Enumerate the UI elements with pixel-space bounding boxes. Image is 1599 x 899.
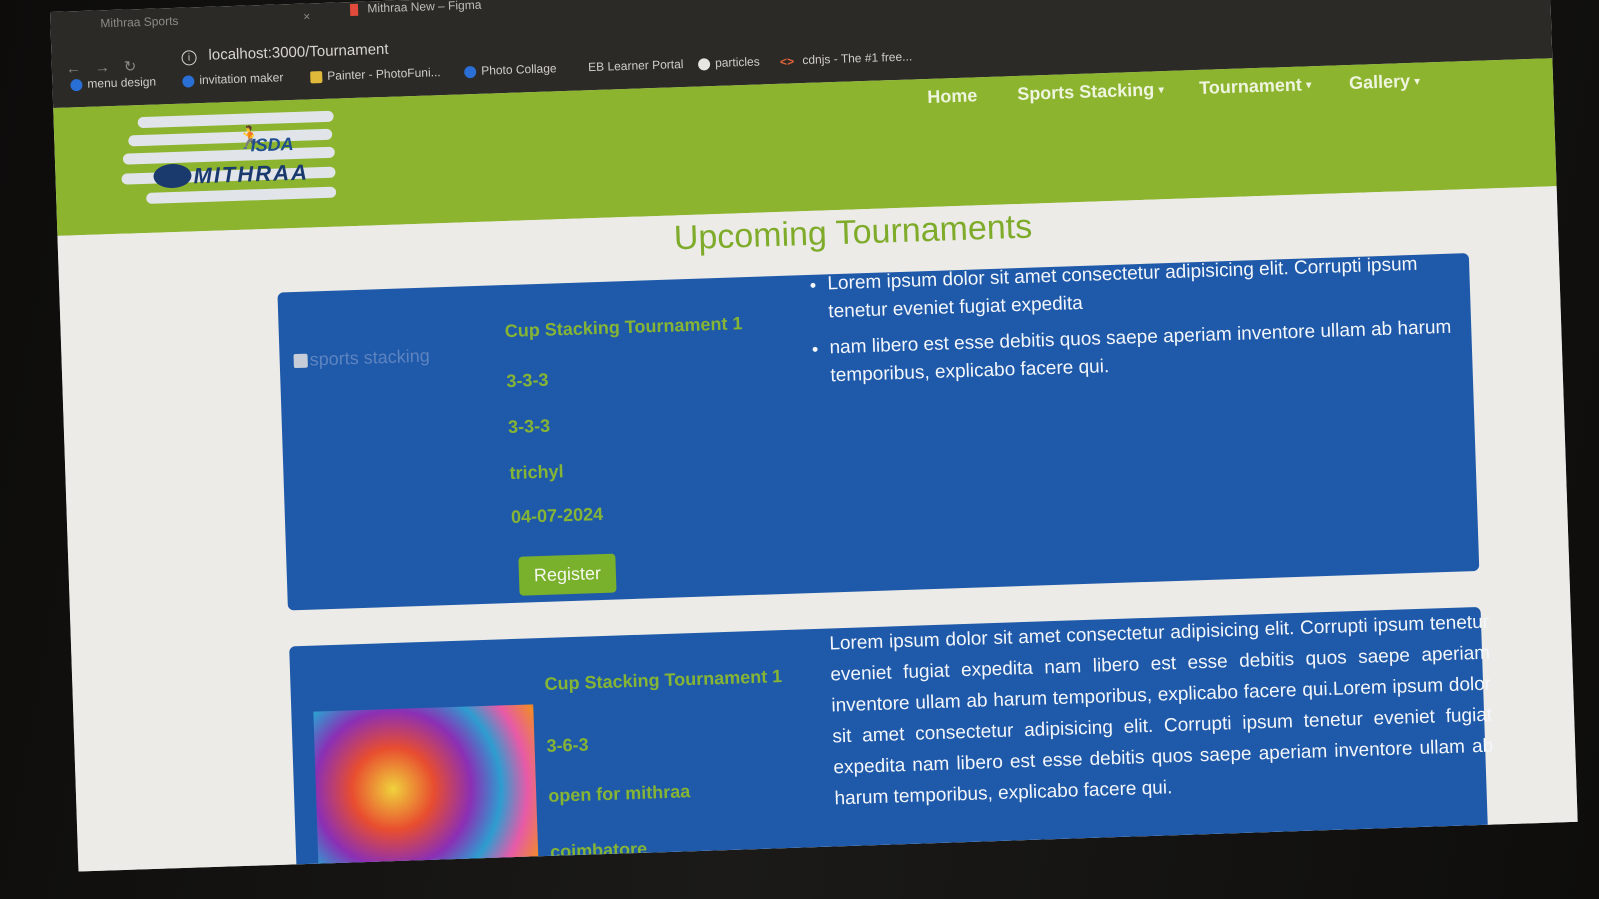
- tournament-name: Cup Stacking Tournament 1: [544, 666, 783, 694]
- description-point: nam libero est esse debitis quos saepe a…: [829, 313, 1461, 390]
- bookmark-label: Painter - PhotoFuni...: [327, 65, 441, 83]
- bookmark-label: cdnjs - The #1 free...: [802, 49, 913, 68]
- bookmark-label: menu design: [87, 74, 157, 91]
- bookmark-cdnjs[interactable]: <> cdnjs - The #1 free...: [780, 49, 913, 68]
- bookmark-menu-design[interactable]: menu design: [70, 75, 156, 92]
- register-button[interactable]: Register: [518, 553, 617, 596]
- chevron-down-icon: ▼: [1156, 84, 1167, 97]
- main-content: Upcoming Tournaments sports stacking Cup…: [57, 186, 1578, 872]
- tournament-event: 3-3-3: [507, 415, 551, 438]
- nav-label: Gallery: [1348, 70, 1411, 93]
- bookmark-particles[interactable]: particles: [697, 54, 760, 71]
- canva-icon: [182, 75, 195, 88]
- tab-title: Mithraa Sports: [100, 13, 179, 31]
- nav-label: Home: [926, 85, 978, 107]
- chevron-down-icon: ▼: [1411, 76, 1423, 88]
- tab-title: Mithraa New – Figma: [367, 0, 482, 16]
- nav-sports-stacking[interactable]: Sports Stacking ▼: [1017, 79, 1167, 105]
- browser-window: Mithraa Sports × Mithraa New – Figma ←→↻…: [50, 0, 1578, 872]
- tournament-venue: trichyl: [509, 461, 564, 484]
- tab-mithraa-sports[interactable]: Mithraa Sports ×: [100, 9, 311, 40]
- image-alt-text: sports stacking: [309, 345, 430, 370]
- logo-isda-text: ISDA: [250, 134, 294, 156]
- mithraa-logo[interactable]: 🏃 ISDA MITHRAA: [117, 107, 337, 214]
- nav-tournament[interactable]: Tournament ▼: [1199, 74, 1314, 99]
- bookmark-label: invitation maker: [199, 70, 284, 88]
- forward-arrow-icon[interactable]: →: [95, 59, 125, 77]
- tournament-description: Lorem ipsum dolor sit amet consectetur a…: [829, 611, 1494, 810]
- tournament-event: 3-3-3: [506, 369, 549, 392]
- close-tab-icon[interactable]: ×: [303, 9, 310, 23]
- nav-gallery[interactable]: Gallery ▼: [1349, 71, 1423, 94]
- tournament-card: Cup Stacking Tournament 1 3-6-3 open for…: [289, 606, 1493, 872]
- back-arrow-icon[interactable]: ←: [66, 60, 96, 78]
- tournament-date: 04-07-2024: [510, 503, 604, 527]
- photo-background: Mithraa Sports × Mithraa New – Figma ←→↻…: [0, 0, 1599, 899]
- tournament-description: Lorem ipsum dolor sit amet consectetur a…: [805, 249, 1461, 399]
- chevron-down-icon: ▼: [1303, 79, 1314, 92]
- tournament-venue: coimbatore: [549, 838, 648, 862]
- logo-stripe: [146, 186, 337, 204]
- tournament-image: sports stacking: [293, 346, 430, 371]
- address-bar[interactable]: i localhost:3000/Tournament: [181, 41, 389, 66]
- logo-wordmark: MITHRAA: [193, 159, 310, 189]
- description-point: Lorem ipsum dolor sit amet consectetur a…: [827, 249, 1459, 326]
- broken-image-icon: [293, 353, 308, 369]
- bookmark-invitation-maker[interactable]: invitation maker: [182, 70, 284, 88]
- site-info-icon[interactable]: i: [181, 50, 197, 66]
- bookmark-eb-learner-portal[interactable]: EB Learner Portal: [588, 57, 684, 74]
- tournament-name: Cup Stacking Tournament 1: [504, 313, 743, 342]
- bookmark-photofunia[interactable]: Painter - PhotoFuni...: [310, 65, 441, 84]
- tab-figma[interactable]: Mithraa New – Figma: [349, 0, 482, 16]
- globe-icon: [70, 78, 83, 92]
- bookmark-label: Photo Collage: [480, 61, 557, 78]
- bookmark-label: EB Learner Portal: [587, 57, 684, 75]
- tournament-card: sports stacking Cup Stacking Tournament …: [277, 253, 1480, 611]
- bookmark-label: particles: [714, 54, 760, 70]
- nav-label: Sports Stacking: [1016, 79, 1155, 104]
- figma-icon: [349, 3, 359, 16]
- photofunia-icon: [310, 70, 323, 84]
- canva-icon: [464, 65, 477, 79]
- url-text: localhost:3000/Tournament: [208, 40, 389, 64]
- nav-home[interactable]: Home: [927, 85, 978, 108]
- globe-icon: [153, 163, 192, 189]
- page-title: Upcoming Tournaments: [673, 207, 1033, 258]
- reload-icon[interactable]: ↻: [124, 58, 151, 76]
- tournament-event: 3-6-3: [546, 734, 589, 756]
- bookmark-photo-collage[interactable]: Photo Collage: [464, 61, 557, 79]
- nav-label: Tournament: [1198, 74, 1303, 98]
- tournament-event: open for mithraa: [547, 781, 691, 806]
- logo-stripe: [128, 128, 333, 147]
- tournament-image: [313, 704, 540, 872]
- github-icon: [697, 57, 711, 71]
- code-icon: <>: [779, 54, 795, 69]
